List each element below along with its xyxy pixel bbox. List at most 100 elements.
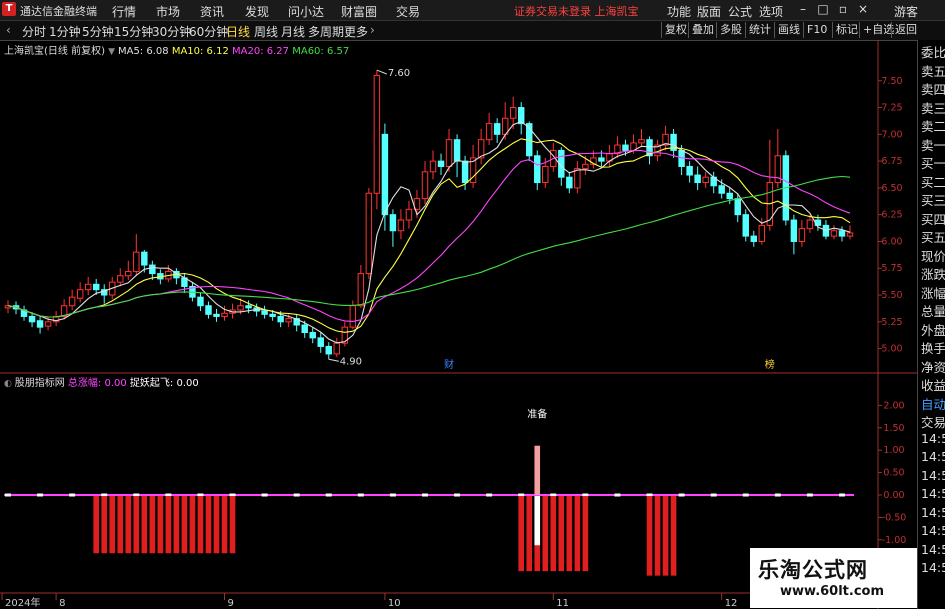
signal-down-bar	[534, 496, 541, 546]
price-tick-label: 6.50	[881, 183, 902, 194]
period-tab-multi[interactable]: 多周期	[308, 23, 344, 40]
candle-body	[365, 192, 373, 275]
candle-body	[84, 283, 92, 291]
signal-bar	[181, 496, 188, 554]
price-tick-label: 7.50	[881, 76, 902, 87]
menu-item-trade[interactable]: 交易	[396, 3, 420, 20]
quote-field-28: 14:56	[921, 560, 945, 575]
quote-field-5: 卖一	[921, 137, 945, 153]
candle-body	[221, 312, 228, 317]
candle-body	[261, 310, 268, 315]
candle-body	[566, 176, 573, 189]
signal-bar	[173, 496, 180, 554]
zero-line-marker	[710, 493, 717, 497]
minimize-icon[interactable]: –	[795, 1, 811, 17]
menu-item-options[interactable]: 选项	[759, 3, 783, 20]
indicator-settings-icon[interactable]: ◐	[4, 379, 15, 389]
signal-bar	[574, 496, 581, 572]
quote-field-15: 外盘	[921, 322, 945, 338]
maximize-icon[interactable]: □	[815, 1, 831, 17]
zero-line-marker	[486, 493, 493, 497]
candle-body	[317, 337, 324, 347]
candle-body	[718, 185, 725, 194]
period-tab-daily[interactable]: 日线	[226, 23, 250, 40]
ind-tick-label: 0.00	[883, 490, 904, 501]
draw-button[interactable]: 画线	[774, 22, 803, 38]
signal-bar	[566, 496, 573, 572]
period-tab-monthly[interactable]: 月线	[281, 23, 305, 40]
menu-item-ask[interactable]: 问小达	[288, 3, 324, 20]
restore-icon[interactable]: ▫	[835, 1, 851, 17]
candle-body	[405, 208, 413, 221]
menu-item-layout[interactable]: 版面	[697, 3, 721, 20]
menu-item-discover[interactable]: 发现	[245, 3, 269, 20]
collapse-arrow-icon[interactable]: ‹	[6, 23, 11, 37]
ind-tick-label: -1.00	[882, 535, 907, 546]
quote-field-3: 卖三	[921, 100, 945, 116]
signal-up-bar	[534, 445, 541, 495]
zero-line-marker	[325, 493, 332, 497]
quote-field-14: 总量	[921, 304, 945, 319]
chart-canvas[interactable]: 7.60 4.90 财 榜 准备 5.00 5.25 5.50 5.75 6.00 6.25 6.…	[0, 40, 917, 609]
price-tick-label: 6.25	[881, 210, 902, 221]
quote-field-19: 自动	[921, 396, 945, 412]
guest-link[interactable]: 游客	[894, 3, 918, 20]
adjust-button[interactable]: 复权	[661, 22, 690, 38]
quote-field-7: 买二	[921, 174, 945, 190]
indicator-info-bar: ◐ 股朋指标网 总涨幅: 0.00 捉妖起飞: 0.00	[4, 374, 199, 389]
signal-bar	[646, 496, 653, 576]
quote-field-2: 卖四	[921, 82, 945, 97]
period-tab-15min[interactable]: 15分钟	[114, 23, 153, 40]
period-tab-1min[interactable]: 1分钟	[49, 23, 81, 40]
period-tab-60min[interactable]: 60分钟	[189, 23, 228, 40]
candle-body	[269, 313, 276, 317]
candle-body	[197, 296, 204, 307]
period-tab-30min[interactable]: 30分钟	[152, 23, 191, 40]
ma60-label: MA60: 6.57	[292, 46, 350, 57]
price-tick-label: 5.25	[881, 317, 902, 328]
zero-line-marker	[838, 493, 845, 497]
signal-bar	[213, 496, 220, 554]
multi-stock-button[interactable]: 多股	[716, 22, 745, 38]
menu-item-formula[interactable]: 公式	[728, 3, 752, 20]
signal-bar	[125, 496, 132, 554]
zero-line-marker	[69, 493, 76, 497]
menu-item-news[interactable]: 资讯	[200, 3, 224, 20]
dropdown-icon[interactable]: ▼	[108, 47, 118, 57]
f10-button[interactable]: F10	[803, 22, 830, 38]
candle-body	[838, 230, 846, 237]
menu-item-quotes[interactable]: 行情	[112, 3, 136, 20]
period-tab-intraday[interactable]: 分时	[22, 23, 46, 40]
period-tab-weekly[interactable]: 周线	[254, 23, 278, 40]
candle-body	[702, 176, 709, 184]
candle-body	[694, 174, 701, 184]
candle-body	[205, 305, 212, 315]
back-button[interactable]: 返回	[891, 22, 920, 38]
candle-body	[213, 313, 220, 317]
quote-field-12: 涨跌	[921, 267, 945, 282]
candle-body	[726, 192, 733, 200]
zero-line-marker	[389, 493, 396, 497]
candle-body	[598, 157, 605, 162]
menu-item-market[interactable]: 市场	[156, 3, 180, 20]
candle-body	[149, 264, 156, 275]
close-icon[interactable]: ×	[855, 1, 871, 17]
signal-bar	[221, 496, 228, 554]
menu-item-wealth[interactable]: 财富圈	[341, 3, 377, 20]
mark-button[interactable]: 标记	[832, 22, 861, 38]
signal-bar	[109, 496, 116, 554]
price-panel[interactable]: 7.60 4.90 财 榜	[4, 68, 854, 371]
stats-button[interactable]: 统计	[745, 22, 774, 38]
menu-item-function[interactable]: 功能	[667, 3, 691, 20]
more-chevron-icon[interactable]: ›	[370, 23, 375, 37]
candle-body	[133, 251, 140, 272]
candle-body	[509, 107, 517, 119]
candle-body	[421, 171, 429, 200]
ind-tick-label: 1.00	[883, 445, 904, 456]
zero-line-marker	[357, 493, 364, 497]
overlay-button[interactable]: 叠加	[688, 22, 717, 38]
period-tab-5min[interactable]: 5分钟	[82, 23, 114, 40]
login-warning[interactable]: 证券交易未登录 上海凯宝	[514, 3, 639, 19]
signal-bar	[189, 496, 196, 554]
period-tab-more[interactable]: 更多	[344, 23, 368, 40]
